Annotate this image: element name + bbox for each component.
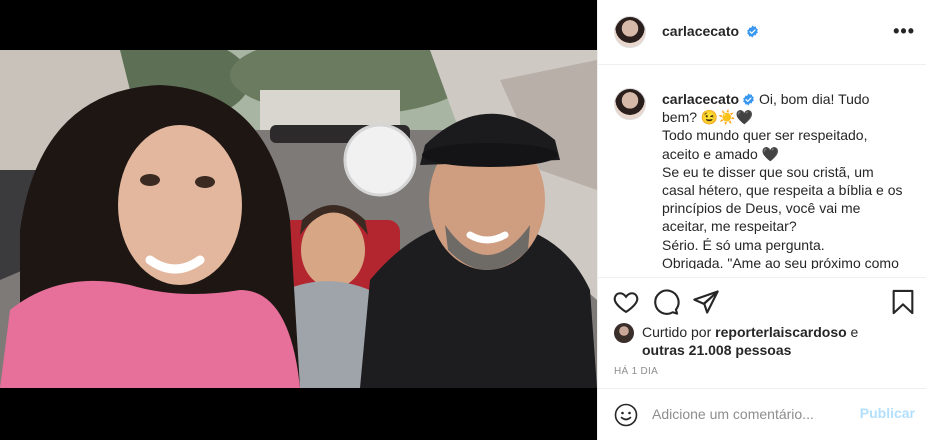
caption-username[interactable]: carlacecato — [662, 91, 739, 107]
liked-by-prefix: Curtido por — [642, 324, 712, 340]
caption-line-text: Oi, bom dia! Tudo — [758, 91, 870, 107]
caption-line: Se eu te disser que sou cristã, um — [662, 163, 874, 180]
author-username-text[interactable]: carlacecato — [662, 23, 739, 39]
caption-block: carlacecato Oi, bom dia! Tudo bem? 😉☀️🖤 … — [614, 84, 914, 269]
more-options-icon[interactable]: ••• — [893, 21, 915, 42]
author-username[interactable]: carlacecato — [662, 23, 759, 39]
verified-badge-icon — [747, 25, 758, 38]
publish-button[interactable]: Publicar — [860, 405, 915, 421]
photo-pane — [0, 0, 597, 440]
bookmark-icon[interactable] — [889, 288, 917, 316]
selfie-illustration — [0, 50, 597, 388]
post-header: carlacecato ••• — [598, 0, 926, 65]
instagram-post-view: carlacecato ••• carlacecato Oi, bom dia!… — [0, 0, 926, 440]
caption-line: aceito e amado 🖤 — [662, 145, 780, 162]
liker-avatar[interactable] — [614, 323, 634, 343]
caption-author-avatar[interactable] — [614, 88, 646, 120]
caption-text: carlacecato Oi, bom dia! Tudo bem? 😉☀️🖤 … — [662, 90, 914, 269]
caption-line: princípios de Deus, você vai me — [662, 200, 861, 217]
comment-icon[interactable] — [652, 288, 680, 316]
share-icon[interactable] — [692, 288, 720, 316]
liked-by-user-link[interactable]: reporterlaiscardoso — [715, 324, 847, 340]
caption-line: Sério. É só uma pergunta. — [662, 236, 825, 253]
likes-text: Curtido por reporterlaiscardoso e outras… — [642, 323, 902, 359]
caption-line: aceitar, me respeitar? — [662, 218, 797, 235]
post-timestamp[interactable]: HÁ 1 DIA — [614, 366, 658, 377]
verified-badge-icon — [743, 93, 754, 106]
caption-line: bem? 😉☀️🖤 — [662, 109, 754, 126]
emoji-icon[interactable] — [614, 403, 638, 427]
author-avatar[interactable] — [614, 16, 646, 48]
post-photo[interactable] — [0, 50, 597, 388]
caption-line: carlacecato Oi, bom dia! Tudo — [662, 90, 914, 108]
heart-icon[interactable] — [612, 288, 640, 316]
post-details-panel: carlacecato ••• carlacecato Oi, bom dia!… — [597, 0, 926, 440]
caption-line: Obrigada. "Ame ao seu próximo como — [662, 254, 899, 269]
likes-summary: Curtido por reporterlaiscardoso e outras… — [614, 320, 914, 360]
liked-and: e — [850, 324, 859, 340]
caption-line: casal hétero, que respeita a bíblia e os — [662, 182, 903, 199]
caption-line: Todo mundo quer ser respeitado, — [662, 127, 868, 144]
liked-others-link[interactable]: outras 21.008 pessoas — [642, 342, 791, 358]
comment-bar: Publicar — [598, 388, 926, 440]
comment-input[interactable] — [652, 401, 852, 427]
